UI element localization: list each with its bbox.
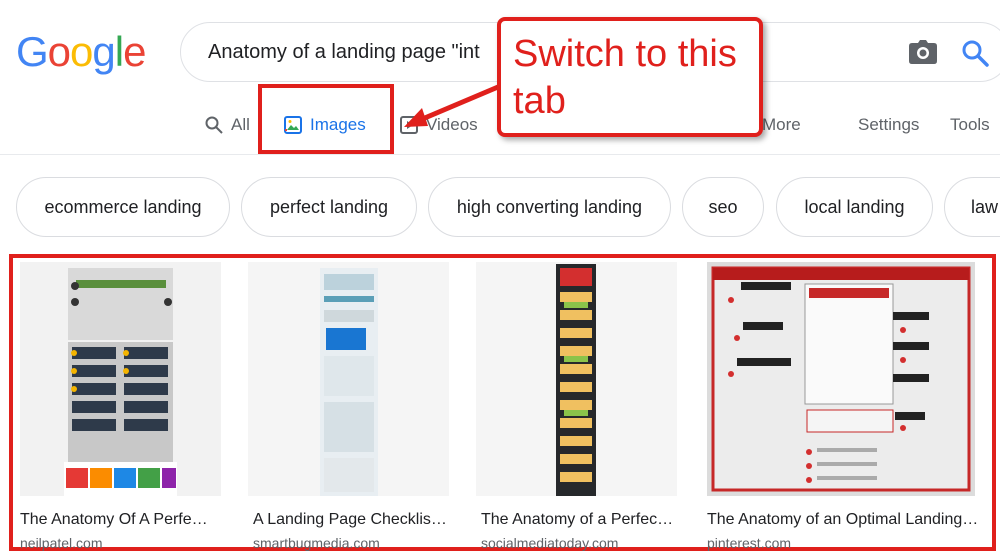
- video-icon: [400, 116, 418, 134]
- result-source: pinterest.com: [707, 535, 792, 551]
- image-results-grid: The Anatomy Of A Perfe… neilpatel.com A …: [9, 254, 996, 551]
- tab-label: Tools: [950, 115, 990, 134]
- callout-text: Switch to this tab: [513, 33, 737, 122]
- search-icon: [205, 116, 223, 134]
- tab-label: All: [231, 115, 250, 134]
- chip-seo[interactable]: seo: [682, 177, 764, 237]
- result-title[interactable]: The Anatomy of a Perfec…: [481, 511, 673, 529]
- chip-ecommerce-landing[interactable]: ecommerce landing: [16, 177, 230, 237]
- tab-tools[interactable]: Tools: [950, 115, 990, 135]
- logo-letter: o: [70, 28, 93, 75]
- chip-local-landing[interactable]: local landing: [776, 177, 933, 237]
- result-title[interactable]: The Anatomy Of A Perfe…: [20, 511, 208, 529]
- logo-letter: o: [47, 28, 71, 75]
- result-source: socialmediatoday.com: [481, 535, 619, 551]
- infographic-image: [476, 262, 677, 496]
- images-tab-highlight: [258, 84, 394, 154]
- result-thumbnail[interactable]: [248, 262, 449, 496]
- infographic-image: [248, 262, 449, 496]
- tab-all[interactable]: All: [205, 115, 250, 135]
- tab-label: More: [762, 115, 801, 134]
- search-icon[interactable]: [961, 39, 989, 67]
- logo-letter: l: [114, 28, 124, 75]
- infographic-image: [20, 262, 221, 496]
- chip-perfect-landing[interactable]: perfect landing: [241, 177, 417, 237]
- chip-law[interactable]: law: [944, 177, 1000, 237]
- tab-label: Settings: [858, 115, 920, 134]
- suggestion-chips: ecommerce landing perfect landing high c…: [16, 177, 1000, 237]
- search-input[interactable]: Anatomy of a landing page "int: [208, 41, 508, 64]
- camera-icon[interactable]: [909, 40, 937, 64]
- infographic-image: [707, 262, 975, 496]
- result-title[interactable]: The Anatomy of an Optimal Landing…: [707, 511, 978, 529]
- logo-letter: e: [123, 28, 146, 75]
- logo-letter: G: [16, 28, 49, 75]
- result-thumbnail[interactable]: [20, 262, 221, 496]
- result-title[interactable]: A Landing Page Checklis…: [253, 511, 447, 529]
- tab-more[interactable]: More: [762, 115, 801, 135]
- tab-settings[interactable]: Settings: [858, 115, 919, 135]
- chip-high-converting-landing[interactable]: high converting landing: [428, 177, 671, 237]
- google-logo[interactable]: Google: [16, 28, 146, 76]
- result-thumbnail[interactable]: [476, 262, 677, 496]
- tab-label: Videos: [426, 115, 478, 134]
- annotation-callout: Switch to this tab: [497, 17, 763, 137]
- tabs-divider: [0, 154, 1000, 155]
- result-thumbnail[interactable]: [707, 262, 975, 496]
- result-source: neilpatel.com: [20, 535, 103, 551]
- tab-videos[interactable]: Videos: [400, 115, 478, 135]
- result-source: smartbugmedia.com: [253, 535, 380, 551]
- logo-letter: g: [92, 28, 115, 75]
